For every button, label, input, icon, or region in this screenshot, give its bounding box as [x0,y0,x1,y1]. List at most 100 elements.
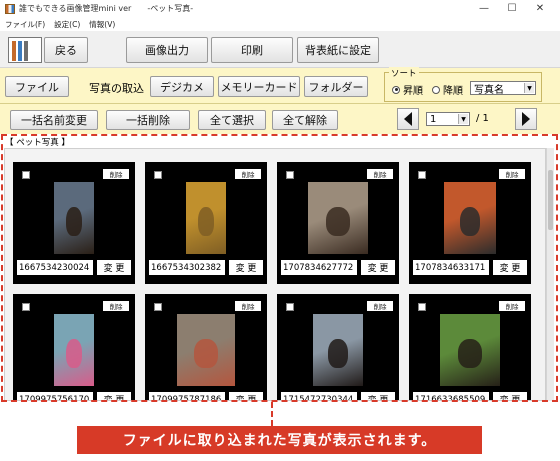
file-tab-button[interactable]: ファイル [5,76,69,97]
chevron-down-icon: ▼ [524,83,534,93]
photo-card[interactable]: 削除 1716633685509 変 更 [409,294,531,400]
delete-photo-button[interactable]: 削除 [499,301,525,311]
photo-name-field[interactable]: 1707834627772 [281,260,357,275]
bulk-delete-button[interactable]: 一括削除 [106,110,190,130]
radio-selected-icon [392,85,400,94]
pet-shape [66,339,82,368]
pet-shape [66,207,82,236]
menu-file[interactable]: ファイル(F) [5,19,45,30]
menu-settings[interactable]: 設定(C) [54,19,80,30]
photo-checkbox[interactable] [154,171,162,179]
pet-shape [458,339,482,368]
digital-camera-button[interactable]: デジカメ [150,76,214,97]
photo-checkbox[interactable] [286,303,294,311]
ascending-label: 昇順 [403,86,423,97]
photo-thumbnail[interactable] [313,314,363,386]
close-icon[interactable]: ✕ [526,1,554,16]
photo-checkbox[interactable] [22,171,30,179]
minimize-icon[interactable]: — [470,1,498,16]
delete-photo-button[interactable]: 削除 [367,301,393,311]
rename-button[interactable]: 変 更 [361,260,395,275]
photo-card[interactable]: 削除 1707834627772 変 更 [277,162,399,284]
photo-name-field[interactable]: 1716633685509 [413,392,489,400]
action-toolbar: 一括名前変更 一括削除 全て選択 全て解除 1 ▼ / 1 [0,104,560,134]
photo-card[interactable]: 削除 1709975787186 変 更 [145,294,267,400]
delete-photo-button[interactable]: 削除 [235,169,261,179]
sort-ascending-radio[interactable]: 昇順 [392,82,423,97]
memory-card-button[interactable]: メモリーカード [218,76,300,97]
photo-card[interactable]: 削除 1709975756170 変 更 [13,294,135,400]
photo-card[interactable]: 削除 1715472730344 変 更 [277,294,399,400]
rename-button[interactable]: 変 更 [493,260,527,275]
delete-photo-button[interactable]: 削除 [367,169,393,179]
page-current: 1 [430,113,437,125]
sort-key-value: 写真名 [474,84,504,96]
title-bar: 誰でもできる画像管理mini ver -ペット写真- — ☐ ✕ [0,0,560,17]
rename-button[interactable]: 変 更 [229,392,263,400]
photo-checkbox[interactable] [22,303,30,311]
folder-button[interactable]: フォルダー [304,76,368,97]
delete-photo-button[interactable]: 削除 [499,169,525,179]
window-title: 誰でもできる画像管理mini ver -ペット写真- [19,4,194,13]
bulk-rename-button[interactable]: 一括名前変更 [10,110,98,130]
callout-banner: ファイルに取り込まれた写真が表示されます。 [77,426,482,454]
pet-shape [326,207,350,236]
export-image-button[interactable]: 画像出力 [126,37,208,63]
main-toolbar: 戻る 画像出力 印刷 背表紙に設定 [0,31,560,68]
photo-name-field[interactable]: 1667534302382 [149,260,225,275]
menu-info[interactable]: 情報(V) [89,19,115,30]
rename-button[interactable]: 変 更 [97,392,131,400]
photo-card[interactable]: 削除 1667534230024 変 更 [13,162,135,284]
print-button[interactable]: 印刷 [211,37,293,63]
rename-button[interactable]: 変 更 [97,260,131,275]
radio-unselected-icon [432,85,440,94]
next-page-button[interactable] [515,108,537,130]
deselect-all-button[interactable]: 全て解除 [272,110,338,130]
page-select[interactable]: 1 ▼ [426,112,470,126]
pet-shape [198,207,214,236]
photo-thumbnail[interactable] [54,182,94,254]
photo-thumbnail[interactable] [308,182,368,254]
sort-key-select[interactable]: 写真名 ▼ [470,81,536,96]
photo-name-field[interactable]: 1709975787186 [149,392,225,400]
pet-shape [328,339,348,368]
photo-name-field[interactable]: 1667534230024 [17,260,93,275]
chevron-down-icon: ▼ [458,114,468,124]
callout-connector [271,402,273,426]
photo-name-field[interactable]: 1707834633171 [413,260,489,275]
select-all-button[interactable]: 全て選択 [198,110,266,130]
album-section-label: 【 ペット写真 】 [5,138,70,148]
photo-thumbnail[interactable] [444,182,496,254]
photo-checkbox[interactable] [418,171,426,179]
photo-checkbox[interactable] [286,171,294,179]
rename-button[interactable]: 変 更 [493,392,527,400]
photo-card[interactable]: 削除 1667534302382 変 更 [145,162,267,284]
delete-photo-button[interactable]: 削除 [103,301,129,311]
photo-name-field[interactable]: 1715472730344 [281,392,357,400]
maximize-icon[interactable]: ☐ [498,1,526,16]
photo-checkbox[interactable] [154,303,162,311]
pet-shape [459,207,481,236]
photo-thumbnail[interactable] [440,314,500,386]
scroll-thumb[interactable] [548,170,553,230]
back-button[interactable]: 戻る [44,37,88,63]
rename-button[interactable]: 変 更 [229,260,263,275]
photo-name-field[interactable]: 1709975756170 [17,392,93,400]
delete-photo-button[interactable]: 削除 [103,169,129,179]
photo-thumbnail[interactable] [54,314,94,386]
photo-card[interactable]: 削除 1707834633171 変 更 [409,162,531,284]
delete-photo-button[interactable]: 削除 [235,301,261,311]
rename-button[interactable]: 変 更 [361,392,395,400]
photo-checkbox[interactable] [418,303,426,311]
set-cover-button[interactable]: 背表紙に設定 [297,37,379,63]
arrow-left-icon [404,112,412,126]
app-icon [5,3,15,14]
import-label: 写真の取込 [89,82,144,95]
prev-page-button[interactable] [397,108,419,130]
vertical-scrollbar[interactable] [546,148,554,401]
photo-thumbnail[interactable] [177,314,235,386]
sort-descending-radio[interactable]: 降順 [432,82,463,97]
photo-thumbnail[interactable] [186,182,226,254]
page-total: / 1 [476,113,489,124]
sort-legend: ソート [389,67,419,79]
